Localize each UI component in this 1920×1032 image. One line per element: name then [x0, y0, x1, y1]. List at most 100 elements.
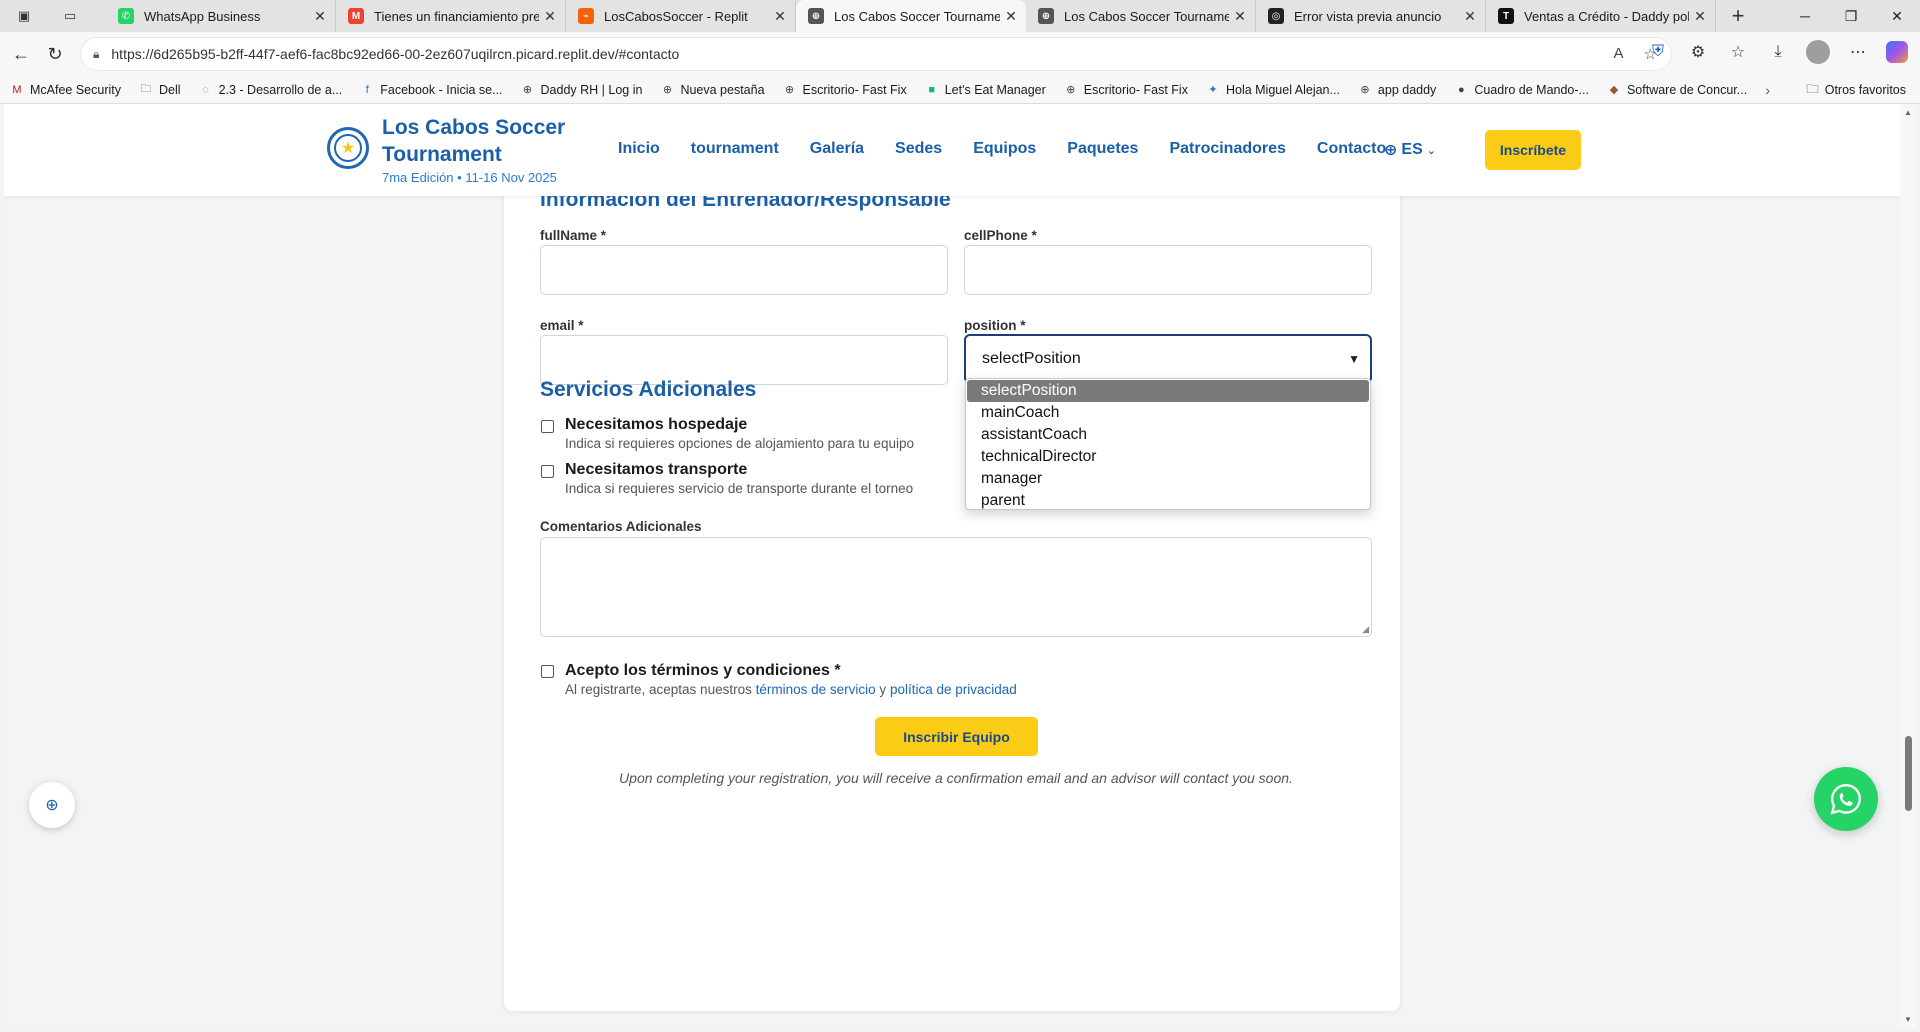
browser-tab[interactable]: ✆ WhatsApp Business ✕: [106, 0, 336, 32]
browser-tab[interactable]: ⌁ LosCabosSoccer - Replit ✕: [566, 0, 796, 32]
resize-handle-icon[interactable]: ◢: [1362, 624, 1369, 635]
nav-paquetes[interactable]: Paquetes: [1067, 140, 1138, 158]
restore-button[interactable]: ❐: [1828, 0, 1874, 32]
email-label: email *: [540, 318, 584, 333]
language-label: ES: [1401, 141, 1423, 158]
nav-galeria[interactable]: Galería: [810, 140, 864, 158]
register-cta-button[interactable]: Inscríbete: [1485, 130, 1581, 170]
position-option[interactable]: manager: [967, 468, 1369, 490]
bookmark-item[interactable]: ◌ 2.3 - Desarrollo de a...: [199, 83, 342, 97]
folder-icon: 🗀: [1806, 81, 1819, 96]
bookmark-item[interactable]: ⊕ Nueva pestaña: [660, 83, 765, 97]
position-select[interactable]: selectPosition ▼: [964, 334, 1372, 384]
browser-tab[interactable]: ⊕ Los Cabos Soccer Tournament -✕: [796, 0, 1026, 32]
position-option[interactable]: technicalDirector: [967, 446, 1369, 468]
site-info-icon[interactable]: 🔒︎: [93, 47, 99, 62]
terms-of-service-link[interactable]: términos de servicio: [756, 682, 876, 697]
close-tab-icon[interactable]: ✕: [1000, 8, 1022, 25]
site-logo[interactable]: ★: [327, 127, 369, 169]
close-tab-icon[interactable]: ✕: [309, 8, 331, 25]
url-field[interactable]: 🔒︎ https://6d265b95-b2ff-44f7-aef6-fac8b…: [80, 37, 1672, 71]
language-fab-globe-icon[interactable]: ⊕: [29, 782, 75, 828]
read-aloud-icon[interactable]: A: [1614, 45, 1624, 63]
fullname-input[interactable]: [540, 245, 948, 295]
browser-tab[interactable]: ⊕ Los Cabos Soccer Tournament -✕: [1026, 0, 1256, 32]
tab-title: WhatsApp Business: [144, 8, 261, 24]
browser-tab[interactable]: ◎ Error vista previa anuncio ✕: [1256, 0, 1486, 32]
star-icon: ★: [334, 134, 362, 162]
profile-avatar[interactable]: [1806, 40, 1830, 64]
bookmark-item[interactable]: ⊕ Escritorio- Fast Fix: [783, 83, 907, 97]
minimize-button[interactable]: ─: [1782, 0, 1828, 32]
dashboard-icon: ●: [1457, 83, 1465, 96]
cellphone-input[interactable]: [964, 245, 1372, 295]
chevron-down-icon: ⌄: [1426, 144, 1436, 157]
bookmark-item[interactable]: ✦ Hola Miguel Alejan...: [1206, 83, 1340, 97]
nav-tournament[interactable]: tournament: [691, 140, 779, 158]
more-menu-icon[interactable]: ⋯: [1846, 40, 1870, 64]
bookmark-item[interactable]: ■ Let's Eat Manager: [925, 83, 1045, 97]
nav-sedes[interactable]: Sedes: [895, 140, 942, 158]
shield-icon[interactable]: ⛨: [1646, 40, 1670, 64]
more-bookmarks-chevron-icon[interactable]: ›: [1765, 76, 1770, 104]
close-tab-icon[interactable]: ✕: [539, 8, 561, 25]
submit-registration-button[interactable]: Inscribir Equipo: [875, 717, 1038, 756]
browser-tab[interactable]: M Tienes un financiamiento pre-ap✕: [336, 0, 566, 32]
back-button[interactable]: ←: [8, 41, 34, 67]
close-tab-icon[interactable]: ✕: [1459, 8, 1481, 25]
bookmark-item[interactable]: ● Cuadro de Mando-...: [1454, 83, 1589, 97]
privacy-policy-link[interactable]: política de privacidad: [890, 682, 1017, 697]
close-tab-icon[interactable]: ✕: [1229, 8, 1251, 25]
bookmark-item[interactable]: ⊕ Escritorio- Fast Fix: [1064, 83, 1188, 97]
comments-textarea[interactable]: ◢: [540, 537, 1372, 637]
close-tab-icon[interactable]: ✕: [769, 8, 791, 25]
position-option[interactable]: parent: [967, 490, 1369, 512]
language-selector[interactable]: ⊕ ES ⌄: [1384, 140, 1436, 160]
page-scrollbar[interactable]: ▲ ▼: [1900, 104, 1916, 1028]
browser-tab[interactable]: T Ventas a Crédito - Daddy pollo ✕: [1486, 0, 1716, 32]
gmail-icon: M: [348, 8, 364, 24]
workspaces-icon[interactable]: ▣: [14, 6, 34, 26]
terms-checkbox[interactable]: [541, 665, 554, 678]
position-option[interactable]: selectPosition: [967, 380, 1369, 402]
nav-contacto[interactable]: Contacto: [1317, 140, 1386, 158]
copilot-icon[interactable]: [1886, 41, 1908, 63]
lodging-checkbox[interactable]: [541, 420, 554, 433]
tab-actions-icon[interactable]: ▭: [60, 6, 80, 26]
bookmark-item[interactable]: M McAfee Security: [10, 83, 121, 97]
downloads-icon[interactable]: ⤓: [1766, 40, 1790, 64]
position-option[interactable]: assistantCoach: [967, 424, 1369, 446]
bookmark-item[interactable]: ⊕ app daddy: [1358, 83, 1436, 97]
bookmark-item[interactable]: ⊕ Daddy RH | Log in: [521, 83, 643, 97]
nav-inicio[interactable]: Inicio: [618, 140, 660, 158]
transport-checkbox[interactable]: [541, 465, 554, 478]
tab-title: LosCabosSoccer - Replit: [604, 8, 748, 24]
bookmark-item[interactable]: ◆ Software de Concur...: [1607, 83, 1747, 97]
tab-title: Error vista previa anuncio: [1294, 8, 1442, 24]
new-tab-button[interactable]: +: [1722, 3, 1754, 29]
main-nav: Inicio tournament Galería Sedes Equipos …: [618, 140, 1386, 158]
nav-patrocinadores[interactable]: Patrocinadores: [1169, 140, 1285, 158]
scroll-down-icon[interactable]: ▼: [1904, 1015, 1912, 1024]
bookmark-item[interactable]: 🗀 Dell: [139, 83, 181, 97]
scrollbar-thumb[interactable]: [1905, 736, 1912, 811]
brand[interactable]: Los Cabos Soccer Tournament 7ma Edición …: [382, 114, 582, 185]
position-option[interactable]: mainCoach: [967, 402, 1369, 424]
extensions-icon[interactable]: ⚙: [1686, 40, 1710, 64]
scroll-up-icon[interactable]: ▲: [1904, 108, 1912, 117]
tab-title: Tienes un financiamiento pre-ap: [374, 8, 539, 24]
globe-icon: ⊕: [662, 84, 673, 96]
folder-icon: 🗀: [140, 83, 152, 95]
refresh-button[interactable]: ↻: [42, 41, 68, 67]
whatsapp-icon: [1830, 784, 1861, 815]
globe-icon: ⊕: [1360, 84, 1370, 96]
whatsapp-chat-button[interactable]: [1814, 767, 1878, 831]
nav-equipos[interactable]: Equipos: [973, 140, 1036, 158]
globe-icon: ⊕: [808, 8, 824, 24]
other-favorites[interactable]: 🗀 Otros favoritos: [1806, 76, 1906, 104]
bookmark-item[interactable]: f Facebook - Inicia se...: [360, 83, 503, 97]
close-tab-icon[interactable]: ✕: [1689, 8, 1711, 25]
software-icon: ◆: [1609, 84, 1619, 96]
close-window-button[interactable]: ✕: [1874, 0, 1920, 32]
favorites-icon[interactable]: ☆: [1726, 40, 1750, 64]
